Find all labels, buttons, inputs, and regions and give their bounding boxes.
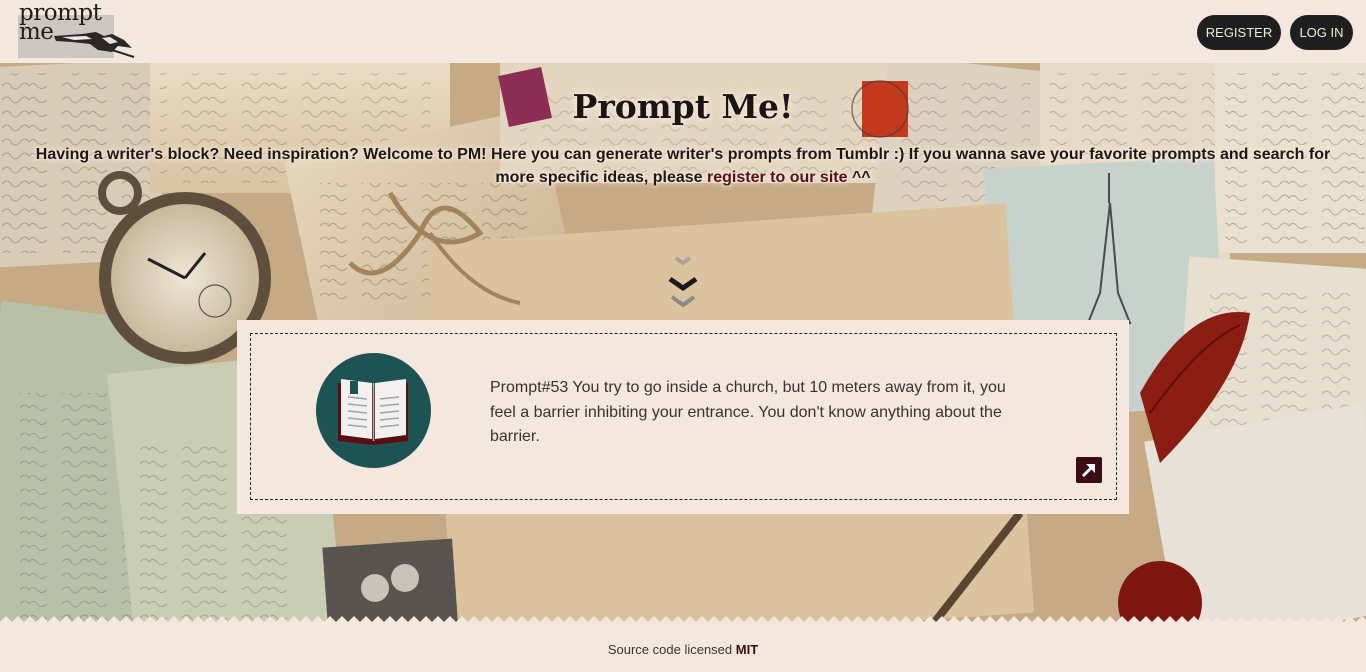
page-title: Prompt Me!: [572, 87, 794, 126]
prompt-text: Prompt#53 You try to go inside a church,…: [490, 379, 1006, 445]
prompt-card: Prompt#53 You try to go inside a church,…: [237, 320, 1129, 514]
license-link[interactable]: MIT: [736, 642, 758, 657]
logo-hand-pen-icon: [54, 32, 135, 58]
register-button[interactable]: REGISTER: [1197, 15, 1281, 50]
register-link[interactable]: register to our site: [707, 169, 847, 186]
hero-description: Having a writer's block? Need inspiratio…: [35, 146, 1331, 186]
login-button[interactable]: LOG IN: [1290, 15, 1353, 50]
footer: Source code licensed MIT: [0, 628, 1366, 672]
external-link-arrow-icon[interactable]: [1076, 457, 1102, 483]
navbar: prompt me REGISTER LOG IN: [0, 0, 1366, 63]
site-logo[interactable]: prompt me: [18, 2, 136, 60]
hero-section: Prompt Me! Having a writer's block? Need…: [0, 63, 1366, 628]
zigzag-divider: [0, 616, 1366, 628]
chevron-down-icon[interactable]: [666, 251, 700, 311]
footer-text: Source code licensed: [607, 642, 736, 657]
prompt-card-border: Prompt#53 You try to go inside a church,…: [250, 333, 1117, 500]
open-book-icon: [316, 353, 431, 468]
